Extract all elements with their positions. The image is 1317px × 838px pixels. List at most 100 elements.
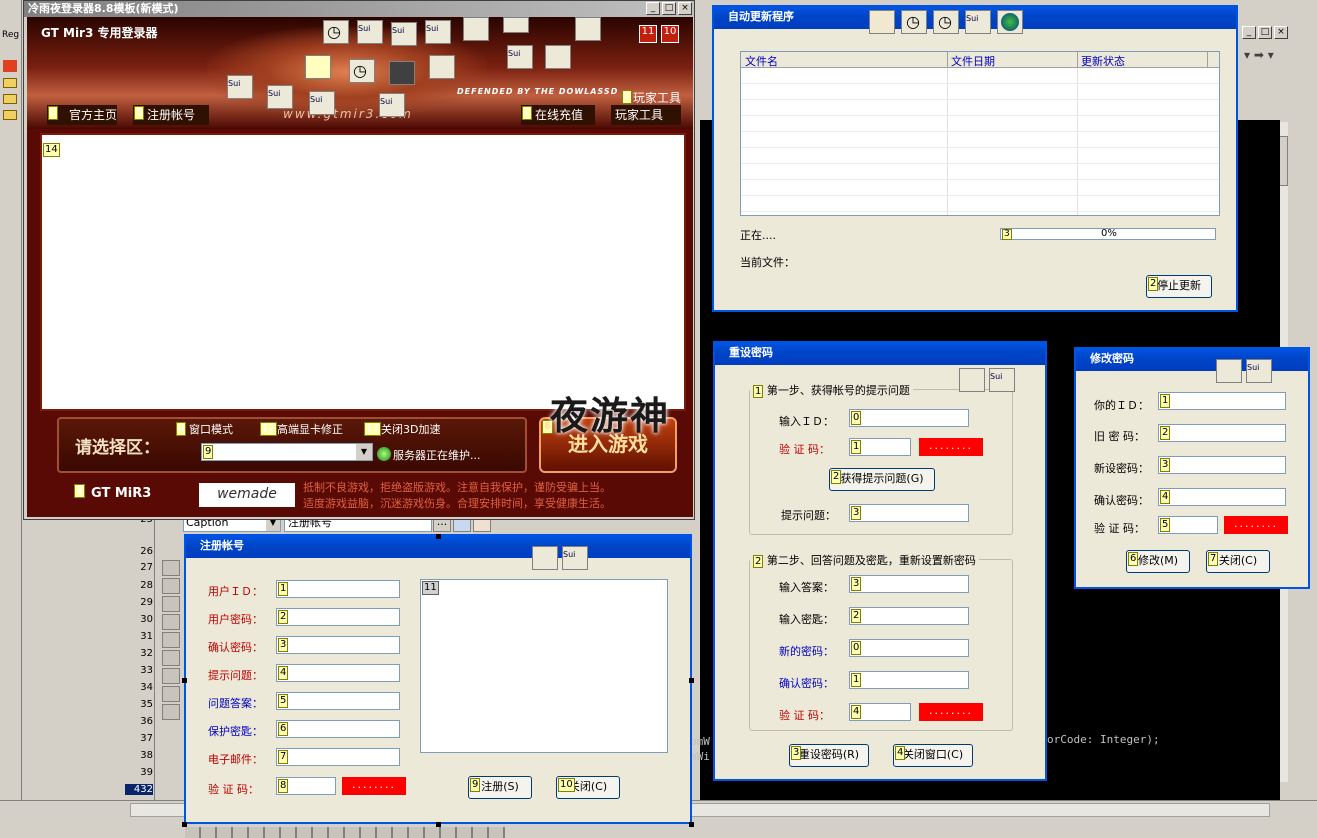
run-icon[interactable]	[959, 368, 985, 392]
component-icon[interactable]	[162, 632, 180, 648]
list-icon[interactable]	[503, 17, 529, 33]
corner-button[interactable]: 11	[639, 25, 657, 43]
hint-question-input[interactable]: 4	[276, 664, 400, 682]
password-input[interactable]: 2	[276, 608, 400, 626]
run-icon[interactable]	[463, 17, 489, 41]
run-icon[interactable]	[1216, 359, 1242, 383]
ide-toolbar-icons[interactable]	[185, 827, 505, 838]
corner-button[interactable]: 10	[661, 25, 679, 43]
maximize-icon[interactable]: □	[1258, 26, 1272, 39]
server-combo[interactable]: 9 ▼	[201, 443, 373, 461]
sui-icon[interactable]: Sui	[227, 75, 253, 99]
panel-icon[interactable]	[545, 45, 571, 69]
timer-icon[interactable]: ◷	[323, 20, 349, 44]
folder-icon[interactable]	[3, 94, 17, 104]
tab-register[interactable]: 5 注册帐号	[133, 105, 209, 125]
browser-panel[interactable]: 14	[40, 133, 686, 411]
chevron-down-icon[interactable]: ▼	[356, 444, 372, 460]
resize-handle[interactable]	[182, 678, 187, 683]
info-memo[interactable]: 11	[420, 579, 668, 753]
skin-icon[interactable]	[869, 10, 895, 34]
file-list[interactable]: 文件名 文件日期 更新状态	[740, 51, 1220, 216]
resize-handle[interactable]	[689, 678, 694, 683]
maximize-icon[interactable]: □	[662, 2, 676, 15]
resize-handle[interactable]	[436, 534, 441, 539]
reset-password-button[interactable]: 3 重设密码(R)	[789, 744, 869, 767]
protect-key-input[interactable]: 6	[276, 720, 400, 738]
confirm-password-input[interactable]: 3	[276, 636, 400, 654]
component-icon[interactable]	[162, 560, 180, 576]
tab-home[interactable]: 0 官方主页	[47, 105, 117, 125]
folder-icon[interactable]	[3, 110, 17, 120]
tab-recharge[interactable]: 2 在线充值	[521, 105, 595, 125]
component-icon[interactable]	[162, 596, 180, 612]
minimize-icon[interactable]: _	[1242, 26, 1256, 39]
sui-icon[interactable]: Sui	[357, 20, 383, 44]
timer-icon[interactable]: ◷	[349, 59, 375, 83]
close-icon[interactable]: ×	[1274, 26, 1288, 39]
sui-icon[interactable]: Sui	[562, 546, 588, 570]
stop-update-button[interactable]: 2 停止更新	[1146, 275, 1212, 298]
answer-input[interactable]: 3	[849, 575, 969, 593]
sui-icon[interactable]: Sui	[1246, 359, 1272, 383]
nav-arrows[interactable]: ▾ ➡ ▾	[1238, 48, 1317, 68]
image-icon[interactable]	[429, 55, 455, 79]
balloon-icon[interactable]	[305, 55, 331, 79]
verify-input[interactable]: 4	[849, 703, 911, 721]
resize-handle[interactable]	[689, 822, 694, 827]
captcha-image[interactable]: ........	[919, 703, 983, 721]
register-submit-button[interactable]: 9 注册(S)	[468, 776, 532, 799]
answer-input[interactable]: 5	[276, 692, 400, 710]
component-icon[interactable]	[162, 650, 180, 666]
old-password-input[interactable]: 2	[1158, 424, 1286, 442]
get-hint-button[interactable]: 2 获得提示问题(G)	[829, 468, 935, 491]
sui-icon[interactable]: Sui	[309, 91, 335, 115]
option-window-mode[interactable]: 8 窗口模式	[175, 421, 233, 437]
run-icon[interactable]	[532, 546, 558, 570]
column-header[interactable]: 文件名	[745, 53, 778, 69]
timer-icon[interactable]: ◷	[933, 10, 959, 34]
minimize-icon[interactable]: _	[646, 2, 660, 15]
component-icon[interactable]	[162, 668, 180, 684]
option-disable-3d[interactable]: 13 关闭3D加速	[363, 421, 440, 437]
tab-tools-secondary[interactable]: 玩家工具	[611, 105, 681, 125]
resize-handle[interactable]	[182, 822, 187, 827]
hint-input[interactable]: 3	[849, 504, 969, 522]
confirm-password-input[interactable]: 4	[1158, 488, 1286, 506]
id-input[interactable]: 0	[849, 409, 969, 427]
timer-icon[interactable]: ◷	[901, 10, 927, 34]
verify-input[interactable]: 5	[1158, 516, 1218, 534]
verify-input[interactable]: 1	[849, 438, 911, 456]
sui-icon[interactable]: Sui	[425, 20, 451, 44]
globe-icon[interactable]	[997, 10, 1023, 34]
close-button[interactable]: 7 关闭(C)	[1206, 550, 1270, 573]
modify-button[interactable]: 6 修改(M)	[1126, 550, 1190, 573]
column-header[interactable]: 文件日期	[951, 53, 995, 69]
captcha-image[interactable]: ........	[342, 777, 406, 795]
column-header[interactable]: 更新状态	[1081, 53, 1125, 69]
component-icon[interactable]	[162, 704, 180, 720]
close-window-button[interactable]: 4 关闭窗口(C)	[893, 744, 973, 767]
new-password-input[interactable]: 3	[1158, 456, 1286, 474]
confirm-password-input[interactable]: 1	[849, 671, 969, 689]
user-id-input[interactable]: 1	[276, 580, 400, 598]
captcha-image[interactable]: ........	[919, 438, 983, 456]
sui-icon[interactable]: Sui	[379, 93, 405, 117]
sui-icon[interactable]: Sui	[965, 10, 991, 34]
close-icon[interactable]: ×	[678, 2, 692, 15]
email-input[interactable]: 7	[276, 748, 400, 766]
component-icon[interactable]	[162, 578, 180, 594]
new-password-input[interactable]: 0	[849, 639, 969, 657]
user-id-input[interactable]: 1	[1158, 392, 1286, 410]
verify-input[interactable]: 8	[276, 777, 336, 795]
key-input[interactable]: 2	[849, 607, 969, 625]
gauge-icon[interactable]	[389, 61, 415, 85]
sui-icon[interactable]: Sui	[391, 22, 417, 46]
palette-icon[interactable]	[3, 60, 17, 72]
sui-icon[interactable]: Sui	[507, 45, 533, 69]
resize-handle[interactable]	[436, 822, 441, 827]
folder-icon[interactable]	[3, 78, 17, 88]
sui-icon[interactable]: Sui	[267, 85, 293, 109]
sui-icon[interactable]: Sui	[989, 368, 1015, 392]
captcha-image[interactable]: ........	[1224, 516, 1288, 534]
